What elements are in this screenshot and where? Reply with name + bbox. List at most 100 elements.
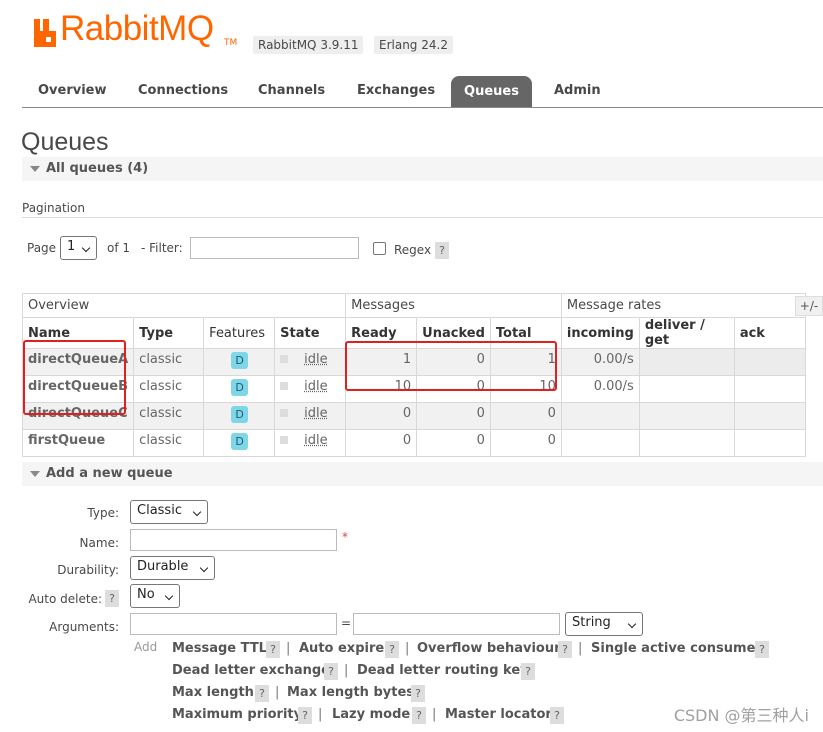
option-lazy-mode[interactable]: Lazy mode — [332, 707, 410, 722]
option-auto-expire[interactable]: Auto expire — [299, 641, 384, 656]
all-queues-section-toggle[interactable]: All queues (4) — [22, 157, 823, 181]
help-icon[interactable]: ? — [755, 641, 769, 658]
help-icon[interactable]: ? — [521, 663, 535, 680]
toggle-columns-button[interactable]: +/- — [795, 296, 823, 316]
incoming-rate — [560, 429, 640, 457]
erlang-version-badge: Erlang 24.2 — [374, 36, 453, 54]
queue-state: idle — [304, 352, 328, 367]
deliver-rate — [638, 348, 735, 376]
durable-badge: D — [231, 433, 249, 450]
tab-divider — [22, 107, 823, 108]
option-maximum-priority[interactable]: Maximum priority — [172, 707, 302, 722]
type-label: Type: — [87, 506, 119, 520]
argument-value-input[interactable] — [353, 613, 560, 635]
option-separator: | — [318, 707, 323, 722]
tab-exchanges[interactable]: Exchanges — [357, 83, 435, 98]
help-icon[interactable]: ? — [412, 707, 426, 724]
regex-help-icon[interactable]: ? — [435, 242, 449, 259]
argument-type-select[interactable]: String — [565, 612, 643, 636]
queue-name-link[interactable]: firstQueue — [21, 429, 135, 457]
chevron-down-icon — [199, 563, 209, 573]
tab-overview[interactable]: Overview — [38, 83, 107, 98]
tab-channels[interactable]: Channels — [258, 83, 325, 98]
table-row: firstQueue classic D idle 0 0 0 — [21, 429, 806, 457]
durable-badge: D — [231, 406, 249, 423]
pagination-heading: Pagination — [22, 201, 85, 215]
option-single-active-consumer[interactable]: Single active consumer — [591, 641, 762, 656]
option-max-length-bytes[interactable]: Max length bytes — [287, 685, 414, 700]
queue-name-input[interactable] — [130, 529, 337, 551]
help-icon[interactable]: ? — [411, 685, 425, 702]
unacked-count: 0 — [416, 402, 491, 430]
state-indicator-icon — [280, 382, 289, 390]
option-message-ttl[interactable]: Message TTL — [172, 641, 267, 656]
chevron-down-icon — [627, 619, 637, 629]
state-indicator-icon — [280, 355, 289, 363]
option-separator: | — [344, 663, 349, 678]
annotation-box-names — [23, 340, 126, 415]
pagination-divider — [22, 217, 823, 218]
state-indicator-icon — [280, 409, 289, 417]
all-queues-label: All queues (4) — [46, 161, 149, 176]
durability-select[interactable]: Durable — [130, 556, 215, 580]
col-type[interactable]: Type — [133, 317, 205, 349]
queue-type-select[interactable]: Classic — [130, 500, 208, 524]
queue-type: classic — [133, 375, 205, 403]
col-incoming[interactable]: incoming — [560, 317, 640, 349]
chevron-down-icon — [192, 507, 202, 517]
option-separator: | — [405, 641, 410, 656]
help-icon[interactable]: ? — [558, 641, 572, 658]
name-label: Name: — [79, 536, 119, 550]
tab-queues[interactable]: Queues — [451, 76, 532, 108]
option-max-length[interactable]: Max length — [172, 685, 254, 700]
annotation-box-messages — [345, 341, 557, 391]
group-rates-header: Message rates — [560, 293, 806, 318]
queue-type-value: Classic — [137, 503, 182, 518]
help-icon[interactable]: ? — [298, 707, 312, 724]
page-select[interactable]: 1 — [60, 236, 97, 260]
rabbitmq-logo-text: RabbitMQ — [60, 9, 214, 48]
col-deliver-get[interactable]: deliver / get — [638, 317, 735, 349]
arguments-label: Arguments: — [49, 620, 119, 634]
state-indicator-icon — [280, 436, 289, 444]
equals-sign: = — [341, 616, 352, 630]
total-count: 0 — [489, 402, 562, 430]
auto-delete-help-icon[interactable]: ? — [105, 590, 119, 607]
ack-rate — [733, 429, 806, 457]
collapse-triangle-icon — [30, 166, 40, 172]
rabbitmq-logo-icon — [34, 19, 56, 47]
help-icon[interactable]: ? — [255, 685, 269, 702]
incoming-rate: 0.00/s — [560, 348, 640, 376]
queue-state: idle — [304, 433, 328, 448]
auto-delete-select[interactable]: No — [130, 584, 180, 608]
table-row: directQueueC classic D idle 0 0 0 — [21, 402, 806, 430]
trademark: TM — [224, 38, 238, 48]
col-features[interactable]: Features — [203, 317, 276, 349]
help-icon[interactable]: ? — [385, 641, 399, 658]
page-count: of 1 — [107, 241, 131, 255]
durability-label: Durability: — [57, 563, 119, 577]
option-master-locator[interactable]: Master locator — [445, 707, 552, 722]
help-icon[interactable]: ? — [266, 641, 280, 658]
tab-admin[interactable]: Admin — [554, 83, 601, 98]
col-ack[interactable]: ack — [733, 317, 806, 349]
incoming-rate: 0.00/s — [560, 375, 640, 403]
chevron-down-icon — [81, 243, 91, 253]
col-state[interactable]: State — [274, 317, 347, 349]
option-overflow-behaviour[interactable]: Overflow behaviour — [417, 641, 561, 656]
help-icon[interactable]: ? — [550, 707, 564, 724]
add-queue-section-toggle[interactable]: Add a new queue — [22, 462, 823, 486]
regex-checkbox[interactable] — [373, 242, 386, 255]
tab-connections[interactable]: Connections — [138, 83, 228, 98]
help-icon[interactable]: ? — [324, 663, 338, 680]
option-dead-letter-exchange[interactable]: Dead letter exchange — [172, 663, 330, 678]
auto-delete-value: No — [137, 587, 155, 602]
option-dead-letter-routing-key[interactable]: Dead letter routing key — [357, 663, 529, 678]
filter-input[interactable] — [190, 237, 359, 259]
ready-count: 0 — [345, 402, 418, 430]
regex-label: Regex — [394, 243, 432, 257]
argument-key-input[interactable] — [130, 613, 337, 635]
page-select-value: 1 — [67, 239, 76, 254]
option-separator: | — [432, 707, 437, 722]
page-title: Queues — [21, 128, 109, 156]
